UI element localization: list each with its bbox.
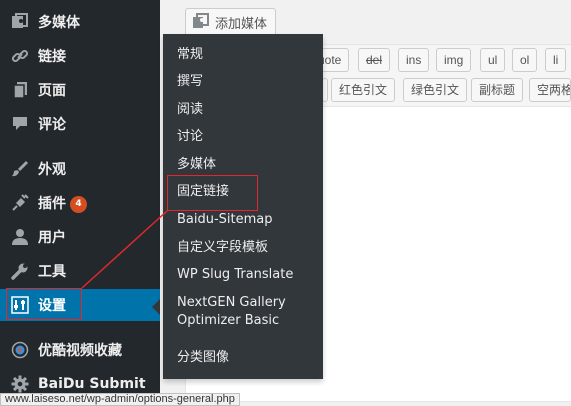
quicktag-ol-button[interactable]: ol	[512, 48, 538, 72]
sidebar-item-plugins[interactable]: 插件 4	[0, 187, 160, 219]
sidebar-item-tools[interactable]: 工具	[0, 255, 160, 287]
quicktag-img-button[interactable]: img	[436, 48, 472, 72]
submenu-item-reading[interactable]: 阅读	[177, 101, 203, 119]
submenu-item-category-images[interactable]: 分类图像	[177, 349, 229, 367]
quicktag-del-button[interactable]: del	[358, 48, 391, 72]
sidebar-item-label: 工具	[38, 264, 66, 280]
sidebar-item-label: 评论	[38, 117, 66, 133]
submenu-item-discussion[interactable]: 讨论	[177, 128, 203, 146]
sidebar-item-links[interactable]: 链接	[0, 40, 160, 72]
quicktag-ins-button[interactable]: ins	[398, 48, 430, 72]
brush-icon	[10, 159, 30, 179]
quicktag-li-button[interactable]: li	[545, 48, 567, 72]
submenu-pointer	[152, 299, 160, 315]
sidebar-item-label: 外观	[38, 162, 66, 178]
quicktag-red-quote-button[interactable]: 红色引文	[331, 78, 396, 102]
wrench-icon	[10, 261, 30, 281]
gear-icon	[10, 374, 30, 394]
user-icon	[10, 227, 30, 247]
sidebar-item-youku-videos[interactable]: 优酷视频收藏	[0, 334, 160, 366]
submenu-item-baidu-sitemap[interactable]: Baidu-Sitemap	[177, 211, 273, 229]
media-icon	[10, 12, 30, 32]
permalinks-highlight-box	[167, 175, 258, 211]
submenu-item-media[interactable]: 多媒体	[177, 156, 216, 174]
sidebar-item-pages[interactable]: 页面	[0, 74, 160, 106]
submenu-item-writing[interactable]: 撰写	[177, 73, 203, 91]
sidebar-item-label: BaiDu Submit	[38, 376, 146, 392]
submenu-item-nextgen-optimizer[interactable]: NextGEN Gallery Optimizer Basic	[177, 294, 302, 330]
quicktag-subtitle-button[interactable]: 副标题	[471, 78, 524, 102]
submenu-item-custom-field-template[interactable]: 自定义字段模板	[177, 239, 268, 257]
sidebar-item-label: 链接	[38, 49, 66, 65]
sidebar-item-label: 页面	[38, 83, 66, 99]
submenu-item-wp-slug-translate[interactable]: WP Slug Translate	[177, 266, 293, 284]
link-icon	[10, 46, 30, 66]
quicktag-green-quote-button[interactable]: 绿色引文	[403, 78, 468, 102]
menu-separator	[0, 140, 160, 149]
sidebar-item-appearance[interactable]: 外观	[0, 153, 160, 185]
quicktag-indent-button[interactable]: 空两格	[529, 78, 571, 102]
update-count-badge: 4	[70, 195, 87, 213]
menu-separator	[0, 321, 160, 330]
media-icon	[192, 13, 210, 31]
status-bar-url: www.laiseso.net/wp-admin/options-general…	[0, 393, 240, 406]
sidebar-item-label: 优酷视频收藏	[38, 343, 122, 359]
page-icon	[10, 80, 30, 100]
sidebar-item-label: 多媒体	[38, 15, 80, 31]
video-icon	[10, 340, 30, 360]
sidebar-item-label: 插件 4	[38, 193, 87, 213]
add-media-button[interactable]: 添加媒体	[185, 8, 277, 36]
submenu-item-general[interactable]: 常规	[177, 46, 203, 64]
admin-sidebar: 多媒体 链接 页面 评论 外观 插件 4 用户 工具 设置 优酷视频收藏 Bai…	[0, 0, 160, 406]
sidebar-item-media[interactable]: 多媒体	[0, 6, 160, 38]
plugin-icon	[10, 193, 30, 213]
comment-icon	[10, 114, 30, 134]
quicktag-ul-button[interactable]: ul	[480, 48, 506, 72]
settings-highlight-box	[6, 288, 82, 320]
sidebar-item-users[interactable]: 用户	[0, 221, 160, 253]
sidebar-item-comments[interactable]: 评论	[0, 108, 160, 140]
add-media-label: 添加媒体	[215, 16, 268, 32]
sidebar-item-label: 用户	[38, 230, 66, 246]
